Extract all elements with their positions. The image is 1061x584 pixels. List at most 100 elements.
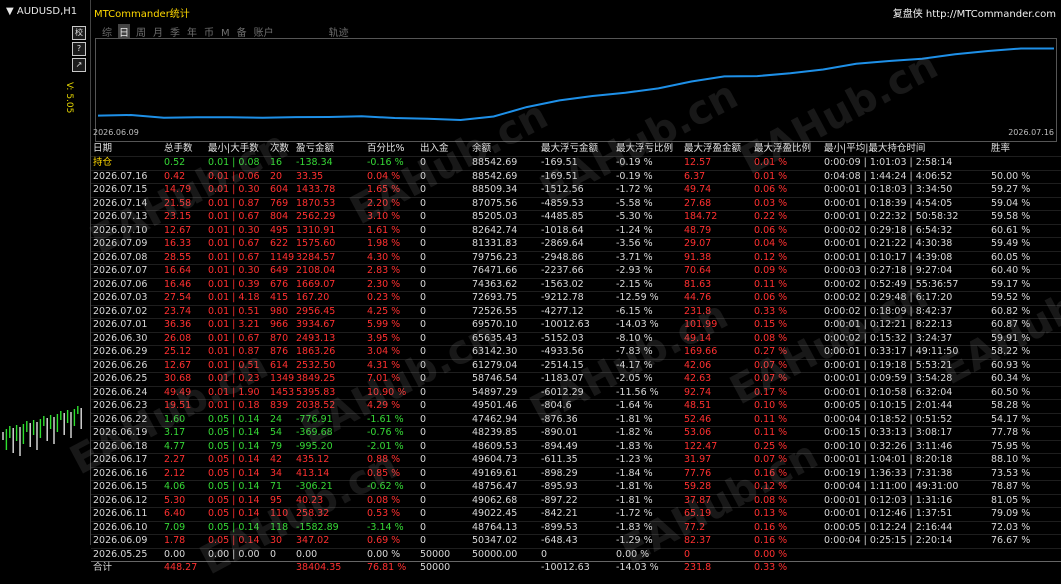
table-cell: 169.66 — [684, 346, 718, 357]
table-cell: 0 — [420, 184, 427, 195]
tab-1[interactable]: 日 — [118, 24, 130, 39]
table-cell: 48609.53 — [472, 440, 518, 452]
table-cell: 0.25 % — [754, 440, 788, 452]
table-cell: -1.81 % — [616, 494, 653, 506]
table-cell: 58.28 % — [991, 400, 1031, 411]
table-cell: -876.36 — [541, 413, 578, 425]
table-cell: 95 — [270, 494, 283, 506]
table-cell: -4.17 % — [616, 359, 653, 371]
expand-button[interactable]: ↗ — [72, 58, 86, 72]
table-cell: 0.12 % — [754, 481, 788, 492]
table-cell: -0.16 % — [367, 157, 404, 168]
table-row: 2026.07.10 12.67 0.01 | 0.30 495 1310.91 1.61… — [91, 223, 1061, 238]
table-cell: 48764.13 — [472, 521, 518, 533]
table-cell: 0.04 % — [367, 170, 401, 182]
table-cell: 0.01 | 0.30 — [208, 184, 260, 195]
table-cell: 81.05 % — [991, 494, 1031, 506]
table-cell: 87075.56 — [472, 197, 518, 209]
help-button[interactable]: ? — [72, 42, 86, 56]
table-cell: 3.10 % — [367, 211, 401, 222]
tab-9[interactable]: 账户 — [253, 24, 275, 39]
equity-line — [97, 47, 1054, 122]
table-cell: 0.08 % — [754, 332, 788, 344]
brand-link[interactable]: 复盘侠 http://MTCommander.com — [893, 5, 1056, 20]
table-cell: 0.01 | 0.18 — [208, 400, 260, 411]
tab-5[interactable]: 年 — [186, 24, 198, 39]
table-cell: 184.72 — [684, 211, 718, 222]
price-chart-window[interactable]: ▼ AUDUSD,H1 校 ? ↗ V: 5.05 — [0, 0, 90, 545]
calibrate-button[interactable]: 校 — [72, 26, 86, 40]
table-cell: 0.01 | 0.39 — [208, 278, 260, 290]
table-cell: 10.90 % — [367, 386, 407, 398]
table-cell: 27.54 — [164, 292, 192, 303]
table-cell: 59.27 % — [991, 184, 1031, 195]
table-cell: 0.15 % — [754, 319, 788, 330]
table-cell: 49.14 — [684, 332, 712, 344]
tab-10[interactable]: 轨迹 — [328, 24, 350, 39]
table-cell: -3.56 % — [616, 238, 653, 249]
table-cell: 0.13 % — [754, 508, 788, 519]
table-row: 2026.06.16 2.12 0.05 | 0.14 34 413.14 0.85 % 0… — [91, 466, 1061, 481]
table-row: 2026.07.08 28.55 0.01 | 0.67 1149 3284.57 4.3… — [91, 250, 1061, 265]
column-header: 最大浮亏比例 — [616, 143, 674, 154]
table-cell: 82642.74 — [472, 224, 518, 236]
table-cell: -7.83 % — [616, 346, 653, 357]
table-cell: -0.19 % — [616, 157, 653, 168]
table-cell: 36.36 — [164, 319, 192, 330]
table-cell: 231.8 — [684, 305, 712, 317]
table-cell: 5.30 — [164, 494, 186, 506]
table-cell: 12.67 — [164, 224, 192, 236]
table-cell: 60.82 % — [991, 305, 1031, 317]
table-cell: 28.55 — [164, 251, 192, 263]
table-cell: 49169.61 — [472, 467, 518, 479]
table-cell: 0.05 | 0.14 — [208, 494, 260, 506]
table-cell: 4.25 % — [367, 305, 401, 317]
table-row: 2026.06.19 3.17 0.05 | 0.14 54 -369.68 -0.76 … — [91, 426, 1061, 440]
table-cell: 0.00 % — [754, 548, 788, 560]
table-cell: 0.01 | 0.87 — [208, 346, 260, 357]
table-cell: 72.03 % — [991, 521, 1031, 533]
tab-4[interactable]: 季 — [169, 24, 181, 39]
table-cell: 54.17 % — [991, 413, 1031, 425]
tab-6[interactable]: 币 — [203, 24, 215, 39]
table-cell: -648.43 — [541, 535, 578, 546]
table-cell: 2026.06.23 — [93, 400, 148, 411]
table-cell: 0.06 % — [754, 224, 788, 236]
table-cell: 0.07 % — [754, 359, 788, 371]
table-cell: -894.49 — [541, 440, 578, 452]
tab-2[interactable]: 周 — [135, 24, 147, 39]
table-row: 2026.06.23 19.51 0.01 | 0.18 839 2038.52 4.29… — [91, 399, 1061, 413]
table-cell: 2026.06.17 — [93, 454, 148, 465]
table-cell: 0.09 % — [754, 265, 788, 276]
table-cell: 2026.06.18 — [93, 440, 148, 452]
table-cell: 0.00 — [296, 548, 318, 560]
table-cell: -12.59 % — [616, 292, 659, 303]
table-cell: 614 — [270, 359, 289, 371]
table-cell: 16.33 — [164, 238, 192, 249]
table-cell: 0.01 | 4.18 — [208, 292, 260, 303]
table-cell: 52.46 — [684, 413, 712, 425]
table-cell: 0.33 % — [754, 305, 788, 317]
table-cell: 0.01 | 0.51 — [208, 359, 260, 371]
table-cell: 合计 — [93, 562, 113, 573]
table-cell: 2.27 — [164, 454, 186, 465]
table-cell: -2.01 % — [367, 440, 404, 452]
table-cell: 0 — [420, 454, 427, 465]
table-cell: 23.15 — [164, 211, 192, 222]
table-row: 持仓 0.52 0.01 | 0.08 16 -138.34 -0.16 % 0 88542.… — [91, 156, 1061, 170]
table-cell: -1.29 % — [616, 535, 653, 546]
tab-0[interactable]: 综 — [101, 24, 113, 39]
table-cell: 0.06 % — [754, 292, 788, 303]
table-cell: 75.95 % — [991, 440, 1031, 452]
table-cell: 0:00:01 | 0:18:39 | 4:54:05 — [824, 197, 953, 209]
table-cell: -14.03 % — [616, 319, 659, 330]
table-cell: -369.68 — [296, 427, 333, 438]
table-cell: 0 — [684, 548, 691, 560]
tab-8[interactable]: 备 — [236, 24, 248, 39]
table-cell: -1563.02 — [541, 278, 584, 290]
table-cell: 0.00 | 0.00 — [208, 548, 260, 560]
table-cell: 0:00:04 | 0:25:15 | 2:20:14 — [824, 535, 953, 546]
tab-3[interactable]: 月 — [152, 24, 164, 39]
table-cell: -0.62 % — [367, 481, 404, 492]
table-header: 日期 总手数 最小|大手数 次数 盈亏金额 百分比% 出入金 余额 最大浮亏金额 最大浮亏比例 最大… — [91, 142, 1061, 156]
